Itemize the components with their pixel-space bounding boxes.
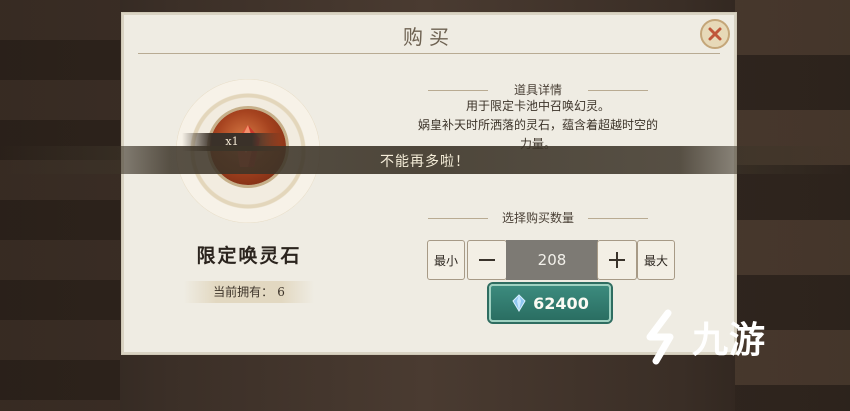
purchase-heading: 选择购买数量 [428,209,648,226]
details-heading: 道具详情 [428,81,648,98]
close-button[interactable] [700,19,730,49]
watermark: 九游 [640,306,820,368]
watermark-text: 九游 [692,320,767,361]
background-left [0,0,120,411]
close-x-icon [708,27,722,41]
min-button[interactable]: 最小 [427,240,465,280]
buy-button[interactable]: 62400 [489,284,611,322]
jiuyou-logo-icon [646,309,674,365]
max-button[interactable]: 最大 [637,240,675,280]
quantity-stepper: 最小 208 最大 [427,240,675,280]
price-value: 62400 [533,293,589,313]
crystal-icon [512,294,526,312]
quantity-display[interactable]: 208 [506,240,598,280]
minus-icon [479,259,495,261]
toast-message: 不能再多啦！ [380,154,470,170]
purchase-dialog: 购买 x1 限定唤灵石 当前拥有： 6 道具详情 用于限定卡池中召唤幻灵。 娲皇补… [121,12,737,355]
description-line: 用于限定卡池中召唤幻灵。 [465,99,610,113]
plus-icon [609,252,625,268]
toast-banner: 不能再多啦！ [0,146,850,174]
owned-value: 6 [277,285,285,299]
owned-label: 当前拥有： [213,285,274,299]
increase-button[interactable] [597,240,637,280]
item-name: 限定唤灵石 [196,245,302,267]
description-line: 娲皇补天时所洒落的灵石，蕴含着超越时空的 [417,118,658,132]
owned-count: 当前拥有： 6 [184,281,314,303]
title-divider [138,53,720,54]
decrease-button[interactable] [467,240,507,280]
dialog-title: 购买 [403,25,455,49]
